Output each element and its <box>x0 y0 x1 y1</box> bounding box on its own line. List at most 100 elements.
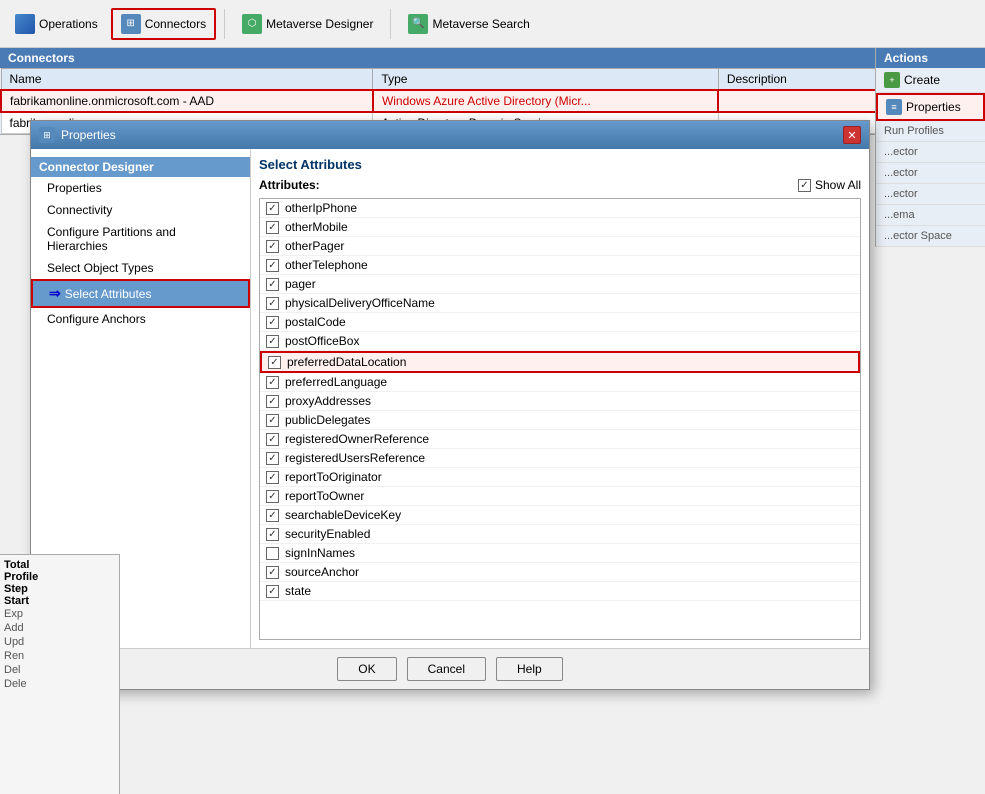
attr-item-otherPager[interactable]: otherPager <box>260 237 860 256</box>
attr-item-preferredLanguage[interactable]: preferredLanguage <box>260 373 860 392</box>
show-all-checkbox-container[interactable]: Show All <box>798 178 861 192</box>
action-item-1[interactable]: ...ector <box>876 142 985 163</box>
connectors-button[interactable]: ⊞ Connectors <box>111 8 216 40</box>
create-action-button[interactable]: + Create <box>876 68 985 93</box>
operations-button[interactable]: Operations <box>6 9 107 39</box>
attr-checkbox[interactable] <box>266 221 279 234</box>
attr-checkbox[interactable] <box>266 278 279 291</box>
attr-label: proxyAddresses <box>285 394 371 408</box>
attr-item-otherIpPhone[interactable]: otherIpPhone <box>260 199 860 218</box>
attr-item-state[interactable]: state <box>260 582 860 601</box>
run-profiles-item[interactable]: Run Profiles <box>876 121 985 142</box>
attr-item-proxyAddresses[interactable]: proxyAddresses <box>260 392 860 411</box>
attr-checkbox[interactable] <box>266 471 279 484</box>
attr-item-preferredDataLocation[interactable]: preferredDataLocation <box>260 351 860 373</box>
attr-checkbox[interactable] <box>268 356 281 369</box>
nav-item-partitions[interactable]: Configure Partitions and Hierarchies <box>31 221 250 257</box>
attr-label: searchableDeviceKey <box>285 508 401 522</box>
attr-checkbox[interactable] <box>266 585 279 598</box>
metaverse-designer-icon: ⬡ <box>242 14 262 34</box>
attr-item-otherMobile[interactable]: otherMobile <box>260 218 860 237</box>
attr-checkbox[interactable] <box>266 433 279 446</box>
metaverse-search-icon: 🔍 <box>408 14 428 34</box>
attr-checkbox[interactable] <box>266 376 279 389</box>
attr-checkbox[interactable] <box>266 566 279 579</box>
attr-item-sourceAnchor[interactable]: sourceAnchor <box>260 563 860 582</box>
bottom-left-panel: Total Profile Step Start Exp Add Upd Ren… <box>0 554 120 794</box>
attr-checkbox[interactable] <box>266 490 279 503</box>
start-label: Start <box>4 595 115 607</box>
action-item-4[interactable]: ...ema <box>876 205 985 226</box>
attr-label: securityEnabled <box>285 527 370 541</box>
dialog-title-left: ⊞ Properties <box>39 127 116 143</box>
attr-item-postalCode[interactable]: postalCode <box>260 313 860 332</box>
attr-item-reportToOriginator[interactable]: reportToOriginator <box>260 468 860 487</box>
attributes-list[interactable]: otherIpPhone otherMobile otherPager othe… <box>259 198 861 640</box>
cancel-button[interactable]: Cancel <box>407 657 486 681</box>
nav-item-object-types[interactable]: Select Object Types <box>31 257 250 279</box>
nav-item-properties[interactable]: Properties <box>31 177 250 199</box>
nav-item-connectivity[interactable]: Connectivity <box>31 199 250 221</box>
attr-item-publicDelegates[interactable]: publicDelegates <box>260 411 860 430</box>
attr-item-securityEnabled[interactable]: securityEnabled <box>260 525 860 544</box>
nav-item-select-attributes[interactable]: ⇒ Select Attributes <box>31 279 250 308</box>
action-item-5[interactable]: ...ector Space <box>876 226 985 247</box>
attr-checkbox[interactable] <box>266 297 279 310</box>
attr-checkbox[interactable] <box>266 414 279 427</box>
attr-label: signInNames <box>285 546 355 560</box>
nav-label-connectivity: Connectivity <box>47 203 112 217</box>
attr-label: preferredLanguage <box>285 375 387 389</box>
properties-action-button[interactable]: ≡ Properties <box>876 93 985 121</box>
ok-button[interactable]: OK <box>337 657 396 681</box>
table-row[interactable]: fabrikamonline.onmicrosoft.com - AAD Win… <box>1 90 984 112</box>
attr-item-pager[interactable]: pager <box>260 275 860 294</box>
attr-item-otherTelephone[interactable]: otherTelephone <box>260 256 860 275</box>
help-button[interactable]: Help <box>496 657 563 681</box>
attr-checkbox[interactable] <box>266 395 279 408</box>
nav-item-anchors[interactable]: Configure Anchors <box>31 308 250 330</box>
attr-checkbox[interactable] <box>266 528 279 541</box>
attr-checkbox[interactable] <box>266 316 279 329</box>
nav-label-anchors: Configure Anchors <box>47 312 146 326</box>
action-item-3[interactable]: ...ector <box>876 184 985 205</box>
properties-label: Properties <box>906 100 961 114</box>
attr-label: pager <box>285 277 316 291</box>
attr-label: otherPager <box>285 239 344 253</box>
attr-label: publicDelegates <box>285 413 370 427</box>
attr-checkbox[interactable] <box>266 452 279 465</box>
row-name: fabrikamonline.onmicrosoft.com - AAD <box>1 90 373 112</box>
metaverse-designer-button[interactable]: ⬡ Metaverse Designer <box>233 9 382 39</box>
add-row: Add <box>4 621 115 635</box>
actions-header: Actions <box>876 48 985 68</box>
dialog-title-icon: ⊞ <box>39 127 55 143</box>
action-item-2[interactable]: ...ector <box>876 163 985 184</box>
attr-label: physicalDeliveryOfficeName <box>285 296 435 310</box>
metaverse-search-button[interactable]: 🔍 Metaverse Search <box>399 9 538 39</box>
create-label: Create <box>904 73 940 87</box>
attr-checkbox[interactable] <box>266 240 279 253</box>
attr-checkbox[interactable] <box>266 259 279 272</box>
attr-checkbox[interactable] <box>266 202 279 215</box>
dialog-body: Connector Designer Properties Connectivi… <box>31 149 869 648</box>
attr-checkbox[interactable] <box>266 509 279 522</box>
attr-item-registeredUsersReference[interactable]: registeredUsersReference <box>260 449 860 468</box>
operations-icon <box>15 14 35 34</box>
dialog-footer: OK Cancel Help <box>31 648 869 689</box>
attr-item-postOfficeBox[interactable]: postOfficeBox <box>260 332 860 351</box>
row-type: Windows Azure Active Directory (Micr... <box>373 90 718 112</box>
col-description: Description <box>718 69 877 91</box>
attr-item-registeredOwnerReference[interactable]: registeredOwnerReference <box>260 430 860 449</box>
content-header: Select Attributes <box>259 157 861 172</box>
attr-item-physicalDeliveryOfficeName[interactable]: physicalDeliveryOfficeName <box>260 294 860 313</box>
attr-item-signInNames[interactable]: signInNames <box>260 544 860 563</box>
show-all-checkbox[interactable] <box>798 179 811 192</box>
exp-row: Exp <box>4 607 115 621</box>
dialog-close-button[interactable]: ✕ <box>843 126 861 144</box>
attr-checkbox[interactable] <box>266 547 279 560</box>
attr-checkbox[interactable] <box>266 335 279 348</box>
nav-arrow-icon: ⇒ <box>49 285 61 302</box>
attr-item-searchableDeviceKey[interactable]: searchableDeviceKey <box>260 506 860 525</box>
toolbar: Operations ⊞ Connectors ⬡ Metaverse Desi… <box>0 0 985 48</box>
attr-label: preferredDataLocation <box>287 355 406 369</box>
attr-item-reportToOwner[interactable]: reportToOwner <box>260 487 860 506</box>
